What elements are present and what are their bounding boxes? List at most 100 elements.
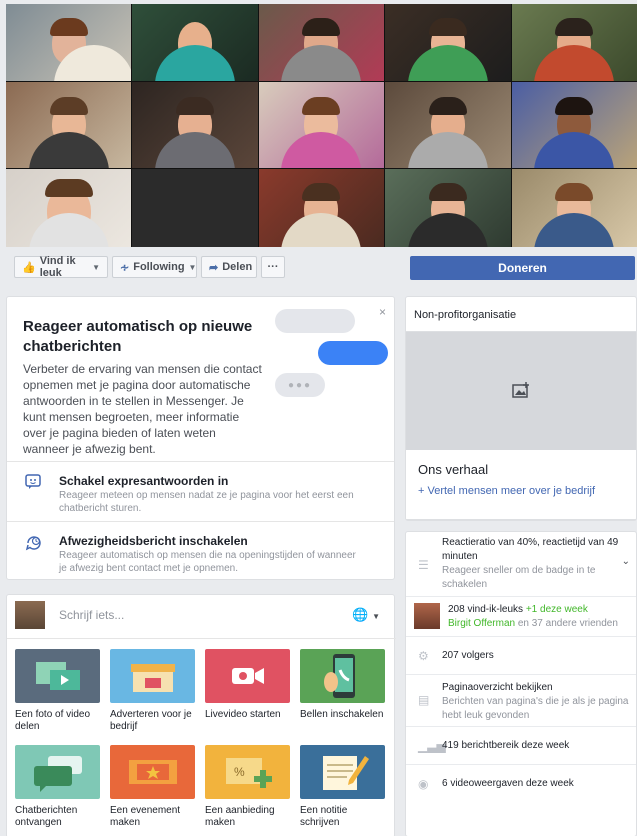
create-offer-tile[interactable]: % Een aanbieding maken — [205, 745, 293, 836]
friend-avatar — [414, 603, 440, 629]
rss-icon: ∻ — [120, 261, 130, 274]
advertise-business-tile[interactable]: Adverteren voor je bedrijf — [110, 649, 198, 741]
reach-row[interactable]: ▁▃▅ 419 berichtbereik deze week — [406, 726, 636, 764]
cover-photo-tile — [511, 4, 637, 81]
followers-icon: ⚙ — [418, 649, 429, 663]
tile-label: Chatberichten ontvangen — [15, 805, 78, 828]
page-overview-row[interactable]: ▤ Paginaoverzicht bekijken Berichten van… — [406, 674, 636, 726]
cover-photo-tile — [385, 169, 511, 247]
away-message-option[interactable]: Afwezigheidsbericht inschakelen Reageer … — [7, 521, 394, 581]
cover-photo-tile — [258, 82, 385, 168]
response-rate-sub: Reageer sneller om de badge in te schake… — [442, 565, 596, 590]
share-button[interactable]: ➦ Delen — [201, 256, 257, 278]
tile-label: Een notitie schrijven — [300, 805, 348, 828]
close-icon[interactable]: × — [379, 305, 386, 319]
like-button[interactable]: 👍 Vind ik leuk ▼ — [14, 255, 108, 279]
like-button-label: Vind ik leuk — [39, 255, 76, 279]
phone-call-icon — [300, 649, 385, 703]
chevron-down-icon: ▼ — [188, 262, 197, 272]
followers-count: 207 volgers — [442, 650, 494, 661]
video-views-row[interactable]: ◉ 6 videoweergaven deze week — [406, 764, 636, 802]
message-list-icon: ☰ — [418, 558, 429, 572]
note-pencil-icon — [300, 745, 385, 799]
our-story-section: Ons verhaal + Vertel mensen meer over je… — [406, 450, 636, 520]
page-overview-text: Paginaoverzicht bekijken Berichten van p… — [442, 681, 632, 723]
chat-bubble-illustration — [275, 309, 355, 333]
receive-messages-tile[interactable]: Chatberichten ontvangen — [15, 745, 103, 836]
likes-others: en 37 andere vrienden — [517, 618, 618, 629]
cover-photo-tile — [385, 4, 511, 81]
cover-photo-tile — [6, 4, 132, 81]
response-rate-row[interactable]: ☰ Reactieratio van 40%, reactietijd van … — [406, 532, 636, 596]
page-category[interactable]: Non-profitorganisatie — [406, 297, 636, 332]
cover-photo-tile — [132, 169, 258, 247]
promo-title: Reageer automatisch op nieuwe chatberich… — [23, 318, 253, 355]
sidebar: Non-profitorganisatie Ons verhaal + Vert… — [405, 296, 637, 836]
following-button[interactable]: ∻ Following ▼ — [112, 256, 197, 278]
tile-label: Een evenement maken — [110, 805, 181, 828]
cover-photo-tile — [258, 169, 385, 247]
video-camera-icon: ◉ — [418, 777, 429, 791]
tile-label: Livevideo starten — [205, 709, 281, 720]
response-rate-label: Reactieratio van 40%, reactietijd van 49… — [442, 537, 619, 562]
audience-globe-icon[interactable]: 🌐 ▼ — [352, 607, 380, 623]
svg-text:%: % — [234, 765, 245, 779]
typing-indicator-illustration: ●●● — [275, 373, 325, 397]
chat-smile-icon — [25, 474, 43, 492]
more-options-button[interactable]: ··· — [261, 256, 285, 278]
thumbs-up-icon: 👍 — [22, 261, 36, 274]
our-story-title: Ons verhaal — [418, 462, 489, 477]
instant-replies-option[interactable]: Schakel expresantwoorden in Reageer mete… — [7, 461, 394, 521]
composer-action-tiles: Een foto of video delen Adverteren voor … — [15, 649, 388, 836]
our-story-link[interactable]: + Vertel mensen meer over je bedrijf — [418, 485, 624, 497]
composer-input[interactable]: Schrijf iets... — [59, 608, 124, 622]
create-event-tile[interactable]: Een evenement maken — [110, 745, 198, 836]
add-photo-placeholder[interactable] — [406, 332, 636, 450]
main-column: × Reageer automatisch op nieuwe chatberi… — [6, 296, 396, 836]
cover-photo-tile — [385, 82, 511, 168]
photo-video-icon — [15, 649, 100, 703]
friend-name-link[interactable]: Birgit Offerman — [448, 618, 515, 629]
response-rate-text: Reactieratio van 40%, reactietijd van 49… — [442, 536, 632, 592]
coupon-icon: % — [205, 745, 290, 799]
promo-description: Verbeter de ervaring van mensen die cont… — [23, 362, 262, 456]
chat-bubble-illustration — [318, 341, 388, 365]
cover-photo-collage[interactable] — [6, 4, 637, 247]
cover-photo-tile — [132, 82, 258, 168]
likes-week: +1 deze week — [525, 604, 588, 615]
video-views-text: 6 videoweergaven deze week — [442, 778, 574, 789]
following-button-label: Following — [133, 261, 185, 273]
live-camera-icon — [205, 649, 290, 703]
start-live-video-tile[interactable]: Livevideo starten — [205, 649, 293, 741]
likes-count: 208 vind-ik-leuks — [448, 604, 524, 615]
chevron-down-icon: ▼ — [92, 262, 100, 272]
reach-text: 419 berichtbereik deze week — [442, 740, 570, 751]
about-card: Non-profitorganisatie Ons verhaal + Vert… — [405, 296, 637, 521]
post-composer: Schrijf iets... 🌐 ▼ Een foto of video de… — [6, 594, 396, 836]
messenger-promo-card: × Reageer automatisch op nieuwe chatberi… — [6, 296, 395, 580]
write-note-tile[interactable]: Een notitie schrijven — [300, 745, 388, 836]
enable-calls-tile[interactable]: Bellen inschakelen — [300, 649, 388, 741]
cover-photo-tile — [6, 82, 132, 168]
chat-clock-icon — [25, 534, 43, 552]
add-photo-icon — [512, 381, 530, 401]
instant-replies-title: Schakel expresantwoorden in — [59, 474, 229, 488]
page-stats-card: ☰ Reactieratio van 40%, reactietijd van … — [405, 531, 637, 836]
instant-replies-description: Reageer meteen op mensen nadat ze je pag… — [59, 490, 354, 514]
share-photo-video-tile[interactable]: Een foto of video delen — [15, 649, 103, 741]
donate-button[interactable]: Doneren — [410, 256, 635, 280]
cover-photo-tile — [258, 4, 385, 81]
page-overview-sub: Berichten van pagina's die je als je pag… — [442, 696, 629, 721]
likes-row[interactable]: 208 vind-ik-leuks +1 deze week Birgit Of… — [406, 596, 636, 636]
followers-row[interactable]: ⚙ 207 volgers — [406, 636, 636, 674]
tile-label: Adverteren voor je bedrijf — [110, 709, 192, 732]
share-arrow-icon: ➦ — [209, 261, 219, 274]
share-button-label: Delen — [222, 261, 253, 273]
cover-photo-tile — [511, 169, 637, 247]
composer-header: Schrijf iets... 🌐 ▼ — [7, 595, 396, 639]
tile-label: Een foto of video delen — [15, 709, 91, 732]
away-message-title: Afwezigheidsbericht inschakelen — [59, 534, 248, 548]
page-action-bar: 👍 Vind ik leuk ▼ ∻ Following ▼ ➦ Delen ·… — [6, 253, 637, 281]
tile-label: Een aanbieding maken — [205, 805, 275, 828]
chevron-down-icon[interactable]: ⌄ — [622, 556, 630, 567]
